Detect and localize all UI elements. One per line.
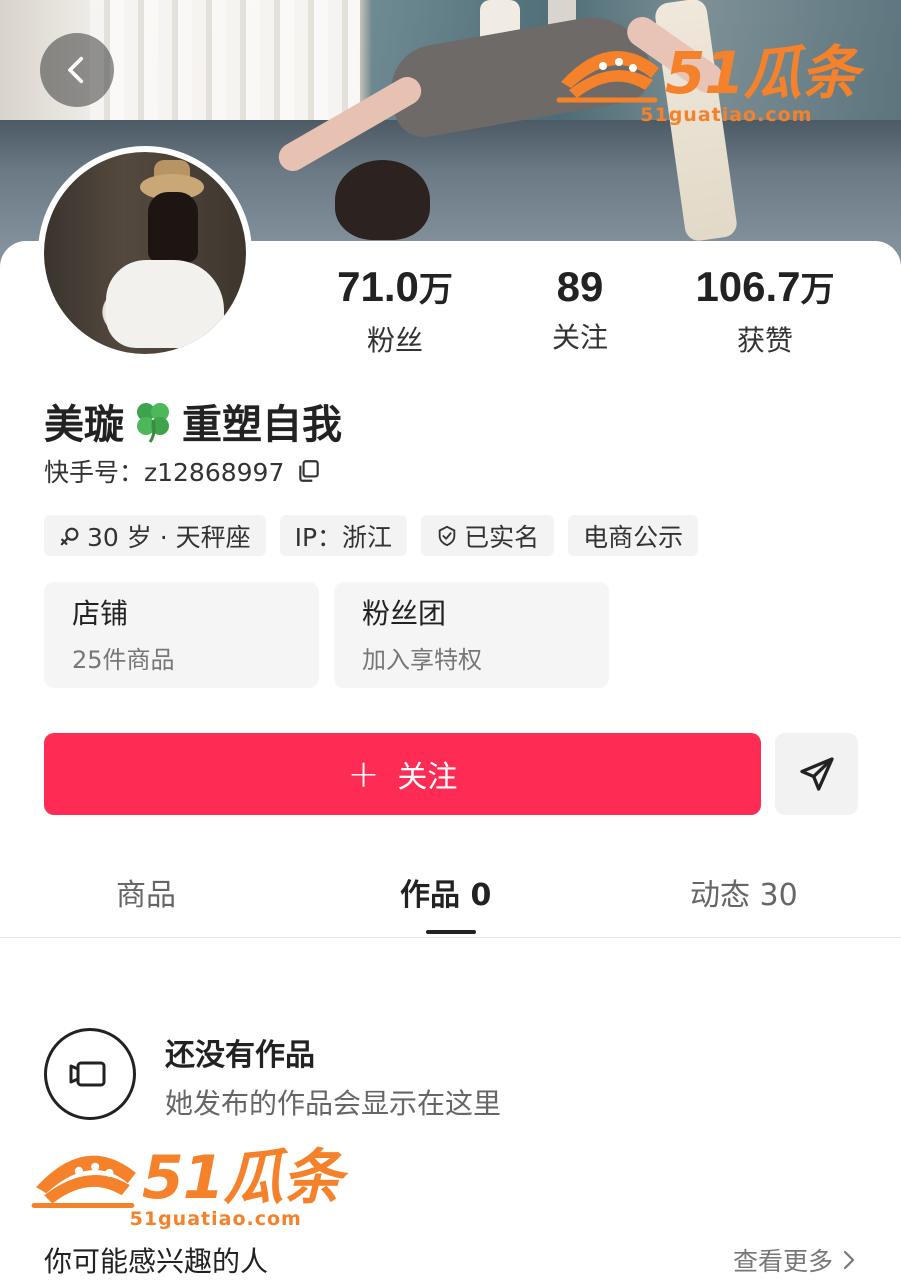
watermelon-logo-icon: [31, 1155, 136, 1209]
empty-state-subtitle: 她发布的作品会显示在这里: [165, 1087, 502, 1120]
tag-ip-text: IP：浙江: [294, 522, 393, 552]
plus-icon: +: [347, 752, 380, 796]
tag-verified[interactable]: 已实名: [421, 515, 555, 556]
tag-ip: IP：浙江: [279, 515, 408, 556]
profile-nickname: 美璇 重塑自我: [44, 392, 342, 450]
avatar-fur: [106, 260, 224, 348]
tab-works[interactable]: 作品 0: [400, 870, 491, 914]
stat-following[interactable]: 89 关注: [530, 262, 630, 356]
share-button[interactable]: [775, 733, 858, 815]
four-leaf-clover-icon: [137, 403, 169, 443]
stat-fans-value: 71.0: [337, 263, 419, 310]
shop-entry-subtitle: 25件商品: [72, 646, 175, 674]
stat-fans-number: 71.0万: [330, 262, 460, 315]
profile-tags: 30 岁 · 天秤座 IP：浙江 已实名 电商公示: [44, 515, 699, 556]
watermelon-logo-icon: [556, 50, 659, 103]
fan-club-subtitle: 加入享特权: [362, 646, 482, 674]
profile-uid: 快手号：z12868997: [44, 453, 322, 489]
copy-icon[interactable]: [296, 458, 322, 484]
stat-likes-number: 106.7万: [685, 262, 845, 315]
stat-likes-unit: 万: [800, 271, 835, 309]
nickname-prefix: 美璇: [44, 402, 124, 448]
video-camera-icon: [69, 1061, 106, 1087]
fan-club-entry[interactable]: 粉丝团 加入享特权: [334, 582, 609, 688]
stat-likes-label: 获赞: [736, 324, 793, 357]
stat-fans[interactable]: 71.0万 粉丝: [330, 262, 460, 359]
tab-moments[interactable]: 动态 30: [690, 870, 798, 914]
suggested-users-title: 你可能感兴趣的人: [44, 1245, 269, 1278]
fan-club-title: 粉丝团: [362, 597, 447, 630]
follow-button-label: 关注: [397, 760, 458, 795]
uid-text: 快手号：z12868997: [44, 458, 285, 487]
tab-products[interactable]: 商品: [116, 870, 176, 914]
view-more-link[interactable]: 查看更多: [733, 1242, 857, 1278]
female-icon: [60, 527, 79, 545]
banner-figure-hair: [335, 160, 430, 240]
watermark-brand: 51瓜条: [142, 1143, 342, 1213]
avatar-hair: [148, 192, 198, 262]
stat-likes-value: 106.7: [695, 263, 801, 310]
shield-check-icon: [438, 525, 456, 546]
back-button[interactable]: [40, 33, 114, 107]
avatar[interactable]: [38, 146, 252, 360]
watermark-url: 51guatiao.com: [640, 104, 813, 126]
watermark-logo-bottom: 51瓜条 51guatiao.com: [30, 1142, 342, 1230]
view-more-label: 查看更多: [732, 1247, 833, 1276]
shop-entry-title: 店铺: [72, 597, 129, 630]
tag-verified-text: 已实名: [464, 522, 540, 552]
stat-fans-unit: 万: [418, 271, 453, 309]
empty-state-icon-circle: [44, 1028, 136, 1120]
chevron-left-icon: [68, 56, 84, 84]
stat-following-label: 关注: [551, 321, 608, 354]
shop-entry[interactable]: 店铺 25件商品: [44, 582, 319, 688]
tag-age: 30 岁 · 天秤座: [44, 515, 266, 556]
send-icon: [799, 757, 834, 791]
stat-following-value: 89: [556, 263, 604, 310]
profile-tabs: 商品 作品 0 动态 30: [0, 850, 901, 938]
watermark-brand: 51瓜条: [665, 39, 859, 107]
stat-fans-label: 粉丝: [366, 324, 423, 357]
chevron-right-icon: [843, 1250, 855, 1270]
watermark-url: 51guatiao.com: [129, 1208, 302, 1230]
tag-age-text: 30 岁 · 天秤座: [87, 522, 251, 552]
stat-likes[interactable]: 106.7万 获赞: [685, 262, 845, 359]
tag-ecommerce-text: 电商公示: [583, 522, 684, 552]
tag-ecommerce[interactable]: 电商公示: [568, 515, 699, 556]
empty-state-title: 还没有作品: [165, 1038, 315, 1073]
tab-active-indicator: [426, 930, 476, 934]
profile-entry-boxes: 店铺 25件商品 粉丝团 加入享特权: [44, 582, 609, 688]
follow-button[interactable]: + 关注: [44, 733, 761, 815]
stat-following-number: 89: [530, 262, 630, 312]
nickname-suffix: 重塑自我: [182, 402, 342, 448]
watermark-logo-top: 51瓜条 51guatiao.com: [555, 38, 859, 126]
